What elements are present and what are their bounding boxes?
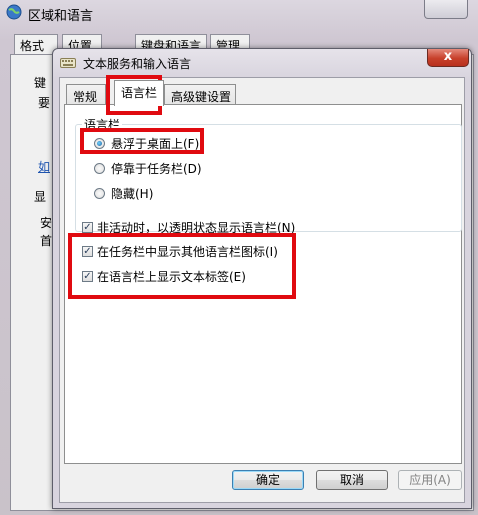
radio-icon [94,188,105,199]
globe-icon [6,4,22,20]
checkbox-show-text-labels[interactable]: ✓ 在语言栏上显示文本标签(E) [82,268,246,285]
radio-docked-in-taskbar[interactable]: 停靠于任务栏(D) [94,160,202,177]
option-label: 停靠于任务栏(D) [111,162,202,176]
apply-button[interactable]: 应用(A) [398,470,462,490]
checkbox-checked-icon: ✓ [82,271,93,282]
keyboard-icon [60,58,76,68]
text-services-dialog: 文本服务和输入语言 x 常规 语言栏 高级键设置 语言栏 悬浮于桌面上(F) 停… [52,48,472,509]
option-label: 悬浮于桌面上(F) [111,137,200,151]
text-fragment: 首 [40,234,53,248]
checkbox-label: 在语言栏上显示文本标签(E) [97,270,246,284]
text-fragment: 要 [38,96,51,110]
text-fragment: 键 [34,76,47,90]
text-fragment: 安 [40,216,53,230]
tab-general[interactable]: 常规 [66,84,106,106]
radio-selected-icon [94,138,105,149]
checkbox-label: 在任务栏中显示其他语言栏图标(I) [97,245,278,259]
radio-hidden[interactable]: 隐藏(H) [94,185,153,202]
text-fragment: 显 [34,190,47,204]
checkbox-transparent-when-inactive[interactable]: ✓ 非活动时，以透明状态显示语言栏(N) [82,219,295,236]
checkbox-checked-icon: ✓ [82,222,93,233]
close-button[interactable] [424,0,468,19]
cancel-button[interactable]: 取消 [316,470,388,490]
radio-icon [94,163,105,174]
checkbox-checked-icon: ✓ [82,246,93,257]
help-link[interactable]: 如 [38,158,50,175]
radio-float-on-desktop[interactable]: 悬浮于桌面上(F) [94,135,199,152]
tab-advanced-key-settings[interactable]: 高级键设置 [164,84,236,106]
window-title: 区域和语言 [28,9,94,24]
dialog-client: 常规 语言栏 高级键设置 语言栏 悬浮于桌面上(F) 停靠于任务栏(D) 隐藏(… [59,77,465,503]
checkbox-show-additional-icons[interactable]: ✓ 在任务栏中显示其他语言栏图标(I) [82,243,278,260]
option-label: 隐藏(H) [111,187,154,201]
checkbox-label: 非活动时，以透明状态显示语言栏(N) [97,221,296,235]
ok-button[interactable]: 确定 [232,470,304,490]
dialog-title: 文本服务和输入语言 [83,57,192,71]
group-label: 语言栏 [82,116,123,133]
tab-language-bar[interactable]: 语言栏 [114,80,164,106]
close-icon[interactable]: x [427,49,469,67]
